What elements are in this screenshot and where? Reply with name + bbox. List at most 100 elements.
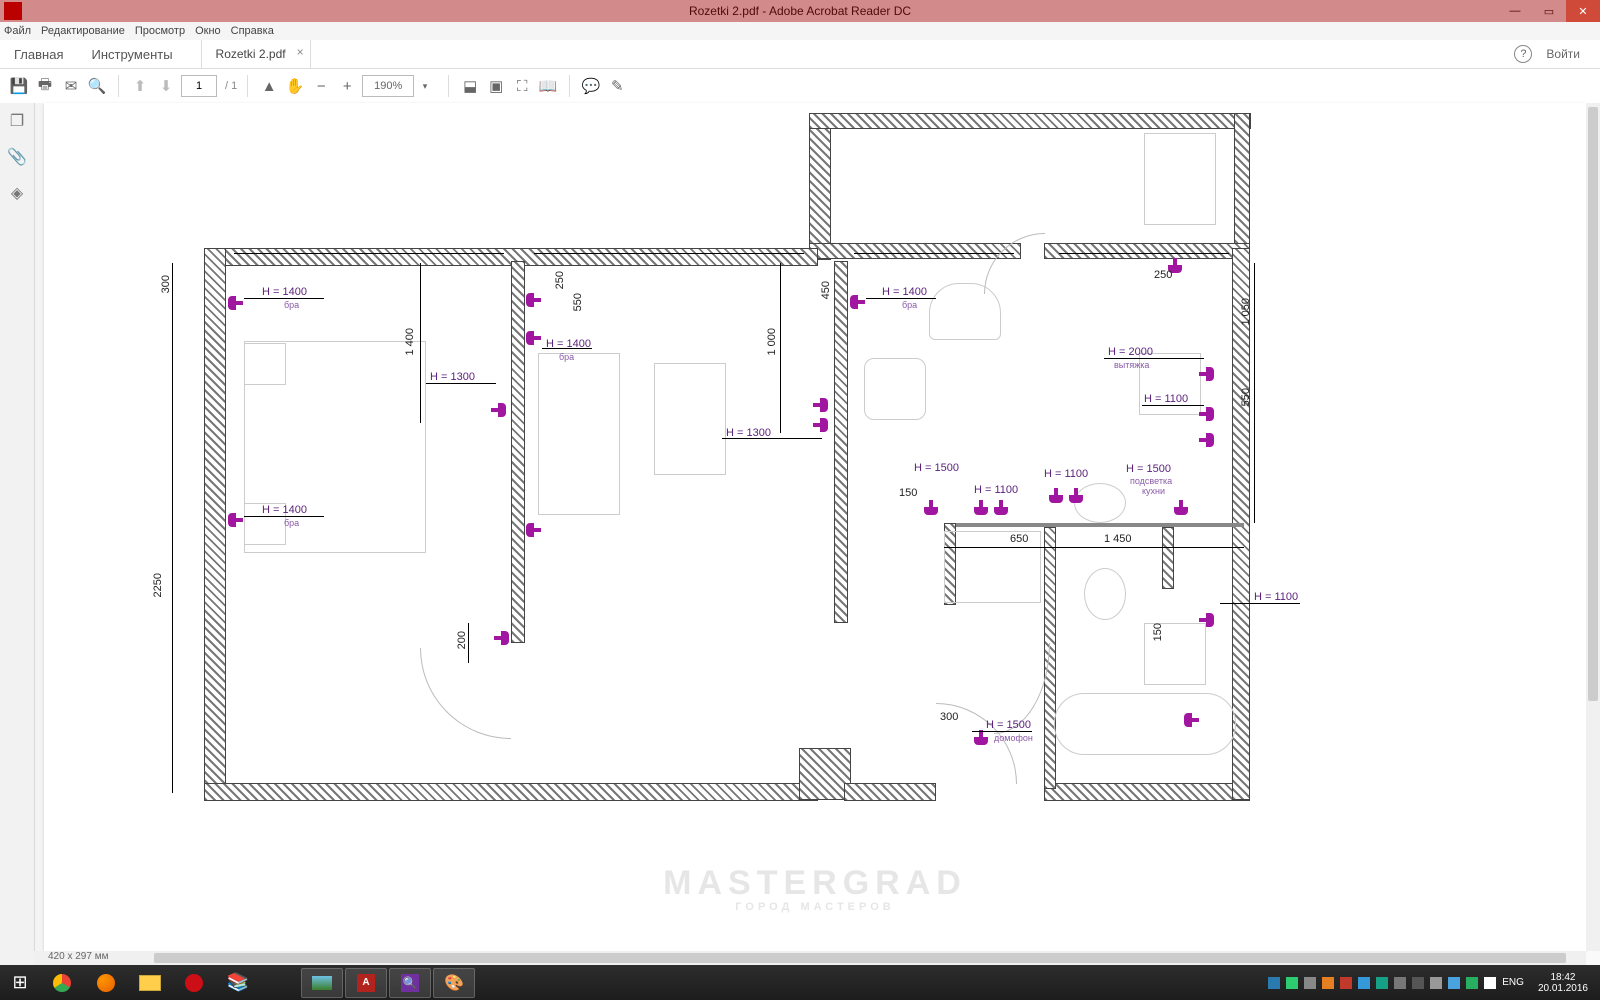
note-domofon: домофон xyxy=(994,733,1033,743)
note-h1400-3: H = 1400 xyxy=(546,338,591,350)
note-h1100-2: H = 1100 xyxy=(974,484,1018,496)
fullscreen-icon[interactable]: ⛶ xyxy=(511,75,533,97)
dim-250: 250 xyxy=(554,271,566,289)
watermark-small: ГОРОД МАСТЕРОВ xyxy=(44,901,1586,913)
tab-document[interactable]: Rozetki 2.pdf × xyxy=(201,40,311,68)
fit-page-icon[interactable]: ▣ xyxy=(485,75,507,97)
tab-tools[interactable]: Инструменты xyxy=(77,40,186,68)
zoom-out-icon[interactable]: − xyxy=(310,75,332,97)
tray-icon[interactable] xyxy=(1412,977,1424,989)
tab-document-label: Rozetki 2.pdf xyxy=(216,47,286,61)
menu-edit[interactable]: Редактирование xyxy=(41,25,125,37)
page-down-icon[interactable]: ⬇ xyxy=(155,75,177,97)
note-kuh: кухни xyxy=(1142,486,1165,496)
note-h1500-2: H = 1500 xyxy=(1126,463,1171,475)
document-viewport[interactable]: 300 2250 H = 1400 бра H = 1400 бра 1 400… xyxy=(34,103,1586,951)
save-icon[interactable]: 💾 xyxy=(8,75,30,97)
note-vyt: вытяжка xyxy=(1114,360,1149,370)
layers-icon[interactable]: ◈ xyxy=(11,183,23,203)
note-h1400-2: H = 1400 xyxy=(262,504,307,516)
workarea: ❐ 📎 ◈ xyxy=(0,103,1600,965)
read-mode-icon[interactable]: 📖 xyxy=(537,75,559,97)
search-icon[interactable]: 🔍 xyxy=(86,75,108,97)
watermark-big: MASTERGRAD xyxy=(44,864,1586,903)
dim-1450: 1 450 xyxy=(1104,533,1132,545)
dim-300b: 300 xyxy=(940,711,958,723)
tab-home[interactable]: Главная xyxy=(0,40,77,68)
zoom-in-icon[interactable]: + xyxy=(336,75,358,97)
taskbar-chrome-icon[interactable] xyxy=(41,968,83,998)
page-up-icon[interactable]: ⬆ xyxy=(129,75,151,97)
tray-clock[interactable]: 18:42 20.01.2016 xyxy=(1530,972,1596,994)
taskbar-firefox-icon[interactable] xyxy=(85,968,127,998)
taskbar-paint-icon[interactable]: 🎨 xyxy=(433,968,475,998)
tray-icon[interactable] xyxy=(1286,977,1298,989)
tray-language[interactable]: ENG xyxy=(1502,977,1524,988)
menu-view[interactable]: Просмотр xyxy=(135,25,185,37)
attachments-icon[interactable]: 📎 xyxy=(7,147,27,167)
taskbar-photos-icon[interactable] xyxy=(301,968,343,998)
note-h1100-4: H = 1100 xyxy=(1254,591,1298,603)
note-h1500-1: H = 1500 xyxy=(914,462,959,474)
window-title: Rozetki 2.pdf - Adobe Acrobat Reader DC xyxy=(0,4,1600,18)
note-pods: подсветка xyxy=(1130,476,1172,486)
menu-help[interactable]: Справка xyxy=(231,25,274,37)
menu-window[interactable]: Окно xyxy=(195,25,221,37)
fit-width-icon[interactable]: ⬓ xyxy=(459,75,481,97)
tab-close-icon[interactable]: × xyxy=(297,45,304,59)
taskbar-acrobat-icon[interactable]: A xyxy=(345,968,387,998)
comment-icon[interactable]: 💬 xyxy=(580,75,602,97)
tray-icon[interactable] xyxy=(1394,977,1406,989)
dim-200: 200 xyxy=(456,631,468,649)
window-maximize-button[interactable]: ▭ xyxy=(1532,0,1566,22)
taskbar-opera-icon[interactable] xyxy=(173,968,215,998)
dim-300: 300 xyxy=(160,275,172,293)
dim-2250: 2250 xyxy=(152,573,164,597)
login-link[interactable]: Войти xyxy=(1546,47,1580,61)
zoom-select[interactable]: 190% xyxy=(362,75,414,97)
dim-1400: 1 400 xyxy=(404,328,416,356)
system-tray[interactable]: ENG 18:42 20.01.2016 xyxy=(1264,972,1600,994)
window-minimize-button[interactable]: — xyxy=(1498,0,1532,22)
tray-volume-icon[interactable] xyxy=(1484,977,1496,989)
dim-550b: 550 xyxy=(1240,388,1252,406)
tray-icon[interactable] xyxy=(1358,977,1370,989)
tray-icon[interactable] xyxy=(1448,977,1460,989)
start-button[interactable]: ⊞ xyxy=(0,965,40,1000)
menubar: Файл Редактирование Просмотр Окно Справк… xyxy=(0,22,1600,40)
menu-file[interactable]: Файл xyxy=(4,25,31,37)
pdf-page: 300 2250 H = 1400 бра H = 1400 бра 1 400… xyxy=(44,103,1586,951)
taskbar-books-icon[interactable]: 📚 xyxy=(217,968,259,998)
help-icon[interactable]: ? xyxy=(1514,45,1532,63)
dim-1000: 1 000 xyxy=(766,328,778,356)
app-icon xyxy=(4,2,22,20)
highlight-icon[interactable]: ✎ xyxy=(606,75,628,97)
window-titlebar: Rozetki 2.pdf - Adobe Acrobat Reader DC … xyxy=(0,0,1600,22)
tray-icon[interactable] xyxy=(1466,977,1478,989)
note-bra-1: бра xyxy=(284,300,299,310)
tray-icon[interactable] xyxy=(1340,977,1352,989)
note-h1400-1: H = 1400 xyxy=(262,286,307,298)
print-icon[interactable]: 🖶 xyxy=(34,75,56,97)
dim-550: 550 xyxy=(572,293,584,311)
dim-150b: 150 xyxy=(1152,623,1164,641)
tray-icon[interactable] xyxy=(1322,977,1334,989)
note-h1100-1: H = 1100 xyxy=(1144,393,1188,405)
window-close-button[interactable]: ✕ xyxy=(1566,0,1600,22)
vertical-scrollbar[interactable] xyxy=(1586,103,1600,951)
mail-icon[interactable]: ✉ xyxy=(60,75,82,97)
select-tool-icon[interactable]: ▲ xyxy=(258,75,280,97)
thumbnails-icon[interactable]: ❐ xyxy=(10,111,24,131)
tray-icon[interactable] xyxy=(1430,977,1442,989)
tray-icon[interactable] xyxy=(1376,977,1388,989)
taskbar-explorer-icon[interactable] xyxy=(129,968,171,998)
tray-icon[interactable] xyxy=(1304,977,1316,989)
watermark: MASTERGRAD ГОРОД МАСТЕРОВ xyxy=(44,864,1586,913)
tray-icon[interactable] xyxy=(1268,977,1280,989)
hand-tool-icon[interactable]: ✋ xyxy=(284,75,306,97)
horizontal-scrollbar[interactable]: 420 x 297 мм xyxy=(34,951,1586,965)
page-number-input[interactable] xyxy=(181,75,217,97)
page-total: / 1 xyxy=(225,80,237,92)
note-bra-3: бра xyxy=(559,352,574,362)
taskbar-search-icon[interactable]: 🔍 xyxy=(389,968,431,998)
